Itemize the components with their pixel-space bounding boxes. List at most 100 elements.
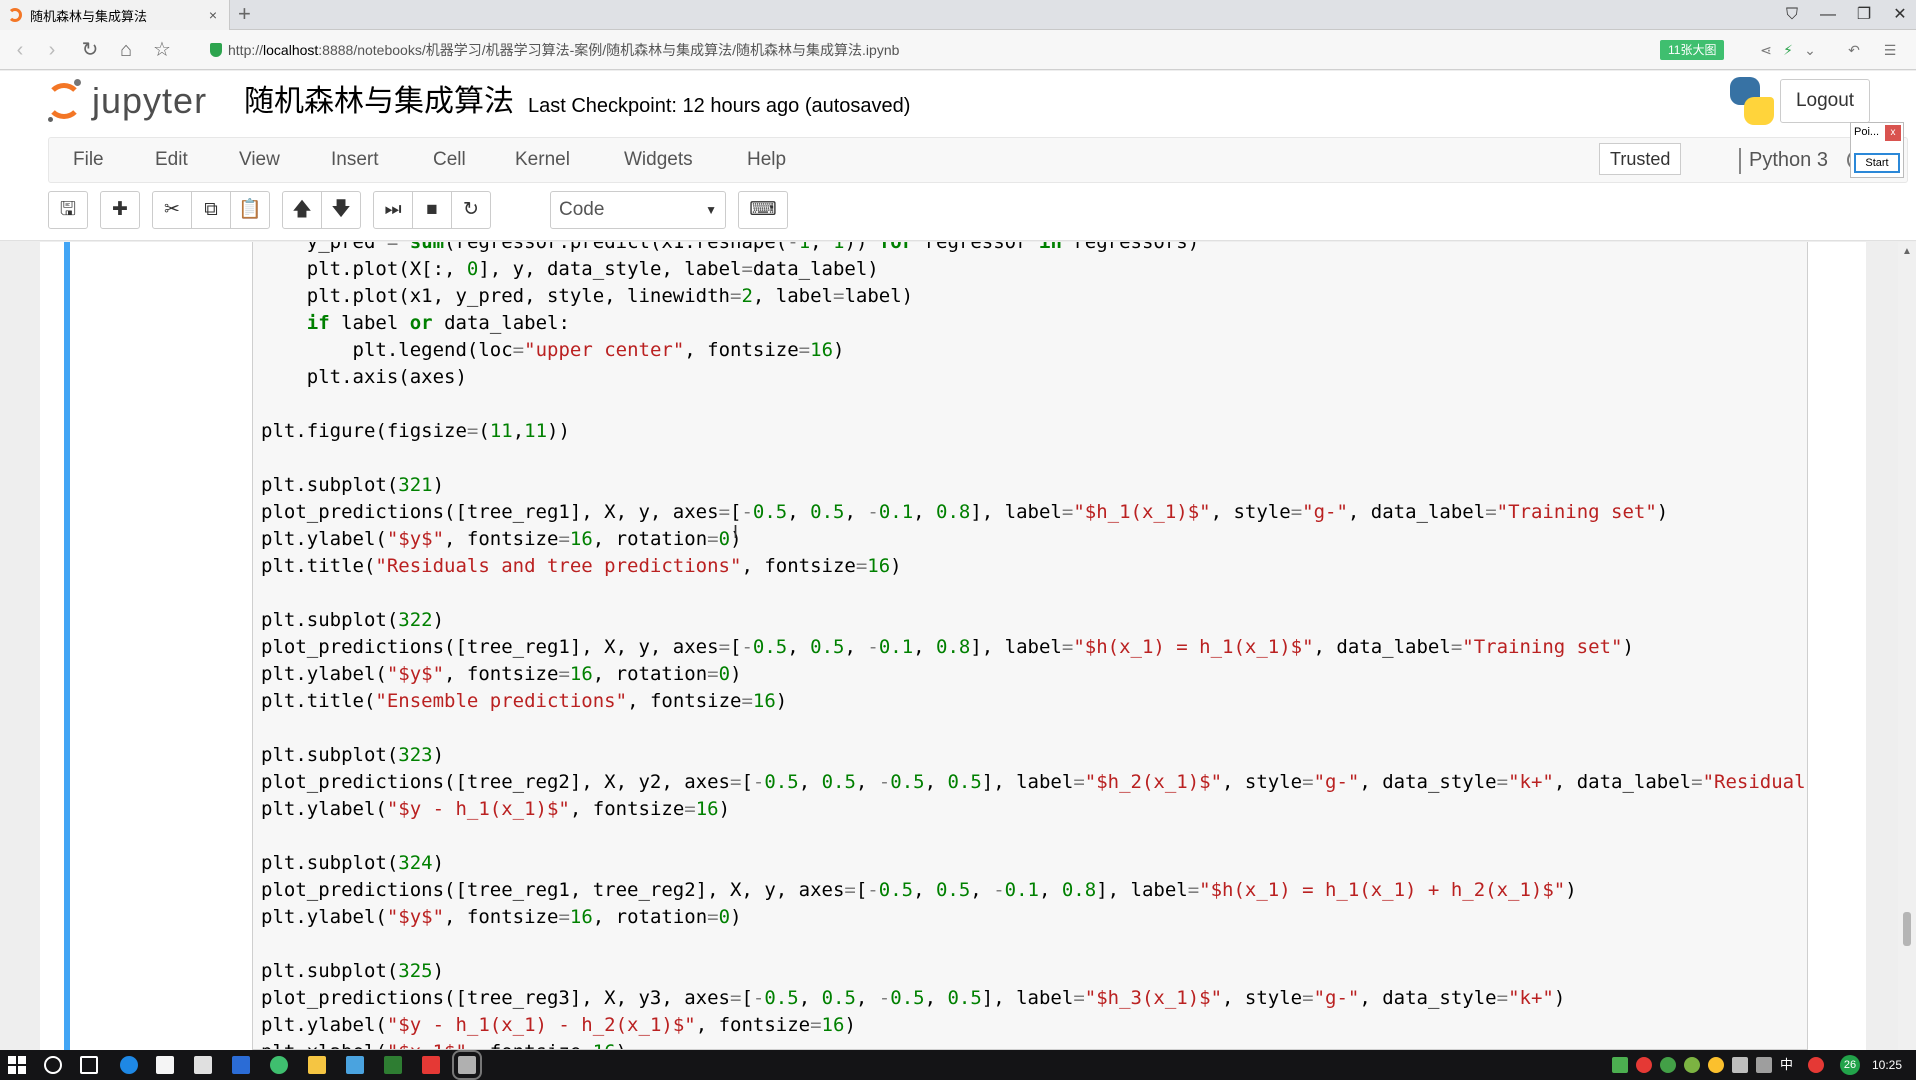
checkpoint-status: Last Checkpoint: 12 hours ago (autosaved… bbox=[528, 95, 911, 117]
chevron-down-icon[interactable]: ⌄ bbox=[1800, 40, 1820, 60]
restart-button[interactable]: ↻ bbox=[451, 191, 491, 229]
image-count-badge[interactable]: 11张大图 bbox=[1660, 40, 1725, 60]
search-icon[interactable] bbox=[44, 1056, 62, 1074]
share-icon[interactable]: ⋖ bbox=[1756, 40, 1776, 60]
popup-start-button[interactable]: Start bbox=[1854, 153, 1900, 173]
url-path: :8888/notebooks/机器学习/机器学习算法-案例/随机森林与集成算法… bbox=[318, 42, 900, 58]
browser-tab[interactable]: 随机森林与集成算法 × bbox=[0, 0, 230, 30]
app-icon[interactable] bbox=[346, 1056, 364, 1074]
scrollbar-thumb[interactable] bbox=[1903, 912, 1911, 946]
notebook-container: y_pred = sum(regressor.predict(x1.reshap… bbox=[0, 242, 1916, 1050]
terminal-icon[interactable] bbox=[384, 1056, 402, 1074]
logo-dot bbox=[74, 79, 81, 86]
popup-close-button[interactable]: x bbox=[1885, 125, 1901, 141]
logout-button[interactable]: Logout bbox=[1780, 79, 1870, 123]
undo-icon[interactable]: ↶ bbox=[1844, 40, 1864, 60]
interrupt-button[interactable]: ■ bbox=[412, 191, 452, 229]
url-host: localhost bbox=[263, 42, 319, 58]
restore-button[interactable]: ❐ bbox=[1850, 4, 1878, 26]
tray-icon[interactable] bbox=[1808, 1057, 1824, 1073]
notification-badge[interactable]: 26 bbox=[1840, 1055, 1860, 1075]
keyboard-icon[interactable]: ⌨ bbox=[738, 191, 788, 229]
menubar-container: File Edit View Insert Cell Kernel Widget… bbox=[0, 133, 1916, 241]
jupyter-favicon-icon bbox=[8, 8, 22, 22]
shield-icon bbox=[210, 43, 222, 57]
notebook-page: y_pred = sum(regressor.predict(x1.reshap… bbox=[40, 242, 1866, 1050]
run-button[interactable]: ⏭ bbox=[373, 191, 413, 229]
cell-type-value: Code bbox=[559, 199, 605, 220]
save-button[interactable]: 🖫 bbox=[48, 191, 88, 229]
edge-browser-icon[interactable] bbox=[120, 1056, 138, 1074]
tray-icon[interactable] bbox=[1612, 1057, 1628, 1073]
url-field[interactable]: http://localhost:8888/notebooks/机器学习/机器学… bbox=[210, 38, 899, 62]
reload-icon[interactable]: ↻ bbox=[78, 38, 102, 62]
copy-button[interactable]: ⧉ bbox=[191, 191, 231, 229]
menu-kernel[interactable]: Kernel bbox=[515, 138, 570, 182]
insert-cell-button[interactable]: ✚ bbox=[100, 191, 140, 229]
menu-widgets[interactable]: Widgets bbox=[624, 138, 693, 182]
scroll-up-icon[interactable]: ▲ bbox=[1902, 246, 1912, 257]
mail-icon[interactable] bbox=[194, 1056, 212, 1074]
kernel-name: Python 3 bbox=[1749, 149, 1828, 171]
file-explorer-icon[interactable] bbox=[308, 1056, 326, 1074]
popup-title: Poi... bbox=[1854, 126, 1880, 138]
menu-view[interactable]: View bbox=[239, 138, 280, 182]
store-icon[interactable] bbox=[156, 1056, 174, 1074]
notebook-name[interactable]: 随机森林与集成算法 bbox=[244, 83, 514, 121]
paste-button[interactable]: 📋 bbox=[230, 191, 270, 229]
tray-icon[interactable] bbox=[1684, 1057, 1700, 1073]
clock[interactable]: 10:25 bbox=[1872, 1050, 1902, 1080]
lightning-icon[interactable]: ⚡ bbox=[1778, 40, 1798, 60]
code-cell[interactable]: y_pred = sum(regressor.predict(x1.reshap… bbox=[64, 242, 1834, 1050]
minimize-button[interactable]: — bbox=[1814, 4, 1842, 26]
jupyter-logo-icon bbox=[46, 83, 82, 119]
close-window-button[interactable]: ✕ bbox=[1886, 4, 1914, 26]
ime-indicator[interactable]: 中 bbox=[1780, 1050, 1793, 1080]
address-bar: ‹ › ↻ ⌂ ☆ http://localhost:8888/notebook… bbox=[0, 30, 1916, 70]
new-tab-button[interactable]: + bbox=[238, 3, 251, 25]
cell-type-select[interactable]: Code ▼ bbox=[550, 191, 726, 229]
task-view-icon[interactable] bbox=[80, 1056, 98, 1074]
tray-icon[interactable] bbox=[1708, 1057, 1724, 1073]
home-icon[interactable]: ⌂ bbox=[114, 38, 138, 62]
tab-close-icon[interactable]: × bbox=[205, 7, 221, 23]
volume-icon[interactable] bbox=[1756, 1057, 1772, 1073]
windows-taskbar: 中 26 10:25 bbox=[0, 1050, 1916, 1080]
network-icon[interactable] bbox=[1732, 1057, 1748, 1073]
logo-text: jupyter bbox=[92, 80, 208, 121]
code-text: y_pred = sum(regressor.predict(x1.reshap… bbox=[261, 242, 1807, 1049]
pin-icon[interactable]: ⛉ bbox=[1778, 4, 1806, 26]
cut-button[interactable]: ✂ bbox=[152, 191, 192, 229]
bookmark-star-icon[interactable]: ☆ bbox=[150, 38, 174, 62]
menu-help[interactable]: Help bbox=[747, 138, 786, 182]
python-logo-icon bbox=[1730, 77, 1774, 125]
forward-icon[interactable]: › bbox=[40, 38, 64, 62]
app-icon[interactable] bbox=[270, 1056, 288, 1074]
logo-dot bbox=[48, 117, 53, 122]
move-up-button[interactable]: 🡅 bbox=[282, 191, 322, 229]
jupyter-header: jupyter 随机森林与集成算法 Last Checkpoint: 12 ho… bbox=[0, 71, 1916, 133]
text-cursor-icon: I bbox=[733, 522, 739, 542]
active-app-icon[interactable] bbox=[452, 1050, 482, 1080]
browser-menu-icon[interactable]: ☰ bbox=[1880, 40, 1900, 60]
windows-start-icon[interactable] bbox=[8, 1056, 26, 1074]
chevron-down-icon: ▼ bbox=[705, 203, 717, 217]
tray-icon[interactable] bbox=[1660, 1057, 1676, 1073]
menu-cell[interactable]: Cell bbox=[433, 138, 466, 182]
menu-file[interactable]: File bbox=[73, 138, 104, 182]
move-down-button[interactable]: 🡇 bbox=[321, 191, 361, 229]
tray-icon[interactable] bbox=[1636, 1057, 1652, 1073]
code-editor[interactable]: y_pred = sum(regressor.predict(x1.reshap… bbox=[252, 242, 1808, 1050]
page-scrollbar[interactable]: ▲ bbox=[1898, 242, 1916, 1050]
jupyter-logo[interactable]: jupyter bbox=[46, 79, 236, 125]
back-icon[interactable]: ‹ bbox=[8, 38, 32, 62]
app-icon[interactable] bbox=[232, 1056, 250, 1074]
browser-tab-bar: 随机森林与集成算法 × + ⛉ — ❐ ✕ bbox=[0, 0, 1916, 30]
trusted-indicator[interactable]: Trusted bbox=[1599, 143, 1682, 175]
menu-insert[interactable]: Insert bbox=[331, 138, 379, 182]
menu-edit[interactable]: Edit bbox=[155, 138, 188, 182]
tab-title: 随机森林与集成算法 bbox=[30, 8, 148, 24]
divider bbox=[1739, 148, 1741, 174]
app-icon[interactable] bbox=[422, 1056, 440, 1074]
url-prefix: http:// bbox=[228, 42, 264, 58]
